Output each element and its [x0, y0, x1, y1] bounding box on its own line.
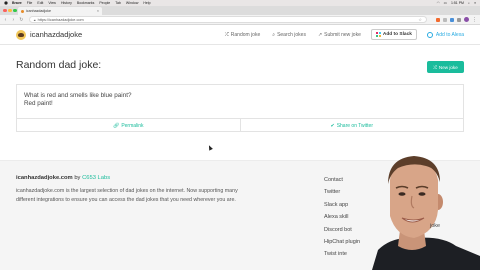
address-bar[interactable]: 🔒︎ https://icanhazdadjoke.com ☆: [28, 16, 428, 23]
joke-question: What is red and smells like blue paint?: [24, 92, 132, 99]
nav-search-jokes[interactable]: ⌕ Search jokes: [272, 32, 306, 38]
bookmark-star-icon[interactable]: ☆: [418, 17, 422, 22]
forward-icon[interactable]: ›: [11, 17, 16, 23]
menu-people[interactable]: People: [99, 1, 110, 5]
menu-brave[interactable]: Brave: [12, 1, 22, 5]
share-twitter-link[interactable]: ✔ Share on Twitter: [239, 119, 464, 132]
joke-card-footer: 🔗︎ Permalink ✔ Share on Twitter: [17, 118, 463, 132]
apple-icon[interactable]: [4, 1, 8, 5]
search-icon: ⌕: [272, 31, 276, 38]
browser-tab[interactable]: icanhazdadjoke ×: [18, 7, 102, 15]
menu-edit[interactable]: Edit: [37, 1, 43, 5]
submit-icon: ↗: [317, 31, 323, 38]
close-window-button[interactable]: [3, 8, 7, 12]
footer-by: by: [74, 175, 81, 181]
menu-help[interactable]: Help: [143, 1, 150, 5]
close-tab-icon[interactable]: ×: [97, 9, 99, 13]
add-to-alexa-label: Add to Alexa: [435, 31, 464, 38]
footer-description: icanhazdadjoke.com is the largest select…: [16, 188, 238, 203]
menu-window[interactable]: Window: [126, 1, 138, 5]
address-url[interactable]: https://icanhazdadjoke.com: [38, 18, 84, 22]
joke-body: What is red and smells like blue paint? …: [17, 85, 463, 118]
alexa-icon: [426, 31, 433, 38]
reload-icon[interactable]: ↻: [19, 17, 24, 23]
notification-center-icon[interactable]: ≡: [474, 1, 476, 5]
new-joke-button[interactable]: ⤮ New joke: [427, 61, 464, 73]
add-to-alexa-button[interactable]: Add to Alexa: [426, 31, 464, 38]
spotlight-icon[interactable]: ⌕: [468, 1, 470, 5]
window-controls: [3, 8, 18, 12]
dad-logo-icon[interactable]: [16, 29, 26, 40]
footer-lab-link[interactable]: C653 Labs: [82, 175, 110, 181]
slack-icon: [375, 32, 381, 37]
browser-toolbar: ‹ › ↻ 🔒︎ https://icanhazdadjoke.com ☆ ⋮: [0, 15, 480, 25]
nav-search-jokes-label: Search jokes: [277, 31, 306, 38]
extension-icon[interactable]: [457, 17, 462, 22]
new-joke-label: New joke: [438, 64, 458, 70]
menu-tab[interactable]: Tab: [115, 1, 121, 5]
menu-file[interactable]: File: [27, 1, 33, 5]
brave-shield-icon[interactable]: [436, 17, 441, 22]
permalink-link[interactable]: 🔗︎ Permalink: [17, 119, 240, 132]
menu-history[interactable]: History: [61, 1, 72, 5]
menubar-clock[interactable]: 1:51 PM: [451, 1, 464, 5]
tab-title: icanhazdadjoke: [26, 9, 51, 13]
footer-title: icanhazdadjoke.com by C653 Labs: [16, 175, 110, 181]
occluded-footer-text: joke: [430, 223, 441, 229]
menu-bookmarks[interactable]: Bookmarks: [77, 1, 95, 5]
webcam-overlay: joke: [352, 150, 480, 270]
joke-answer: Red paint!: [24, 100, 53, 107]
site-nav: ⤮ Random joke ⌕ Search jokes ↗ Submit ne…: [213, 29, 464, 40]
back-icon[interactable]: ‹: [3, 17, 8, 23]
extension-icon[interactable]: [450, 17, 455, 22]
wifi-icon[interactable]: ◠: [437, 1, 440, 5]
presenter-video: [372, 156, 480, 270]
browser-tabstrip: icanhazdadjoke ×: [0, 6, 480, 15]
joke-card: What is red and smells like blue paint? …: [16, 84, 464, 132]
favicon-icon: [21, 9, 24, 13]
menu-icon[interactable]: ⋮: [472, 17, 477, 23]
extensions-area: ⋮: [433, 17, 477, 23]
minimize-window-button[interactable]: [8, 8, 12, 12]
page-title: Random dad joke:: [16, 59, 102, 71]
battery-icon[interactable]: ▭: [444, 1, 447, 5]
footer-site-name: icanhazdadjoke.com: [16, 175, 73, 181]
link-icon: 🔗︎: [112, 122, 120, 129]
nav-submit-joke-label: Submit new joke: [324, 31, 361, 38]
extension-icon[interactable]: [443, 17, 448, 22]
nav-random-joke-label: Random joke: [230, 31, 261, 38]
lock-icon[interactable]: 🔒︎: [34, 18, 36, 22]
permalink-label: Permalink: [121, 122, 144, 129]
site-brand[interactable]: icanhazdadjoke: [30, 30, 82, 39]
maximize-window-button[interactable]: [13, 8, 17, 12]
nav-random-joke[interactable]: ⤮ Random joke: [225, 32, 260, 38]
profile-avatar[interactable]: [464, 17, 470, 22]
add-to-slack-button[interactable]: Add to Slack: [370, 29, 417, 40]
add-to-slack-label: Add to Slack: [382, 32, 412, 37]
site-header: icanhazdadjoke ⤮ Random joke ⌕ Search jo…: [0, 25, 480, 45]
twitter-icon: ✔: [330, 122, 335, 129]
shuffle-icon: ⤮: [433, 64, 437, 70]
menu-view[interactable]: View: [48, 1, 56, 5]
menubar-status-area: ◠ ▭ 1:51 PM ⌕ ≡: [433, 1, 476, 5]
shuffle-icon: ⤮: [224, 31, 229, 38]
nav-submit-joke[interactable]: ↗ Submit new joke: [318, 32, 361, 38]
share-twitter-label: Share on Twitter: [336, 122, 374, 129]
mouse-cursor-icon: [207, 144, 213, 151]
